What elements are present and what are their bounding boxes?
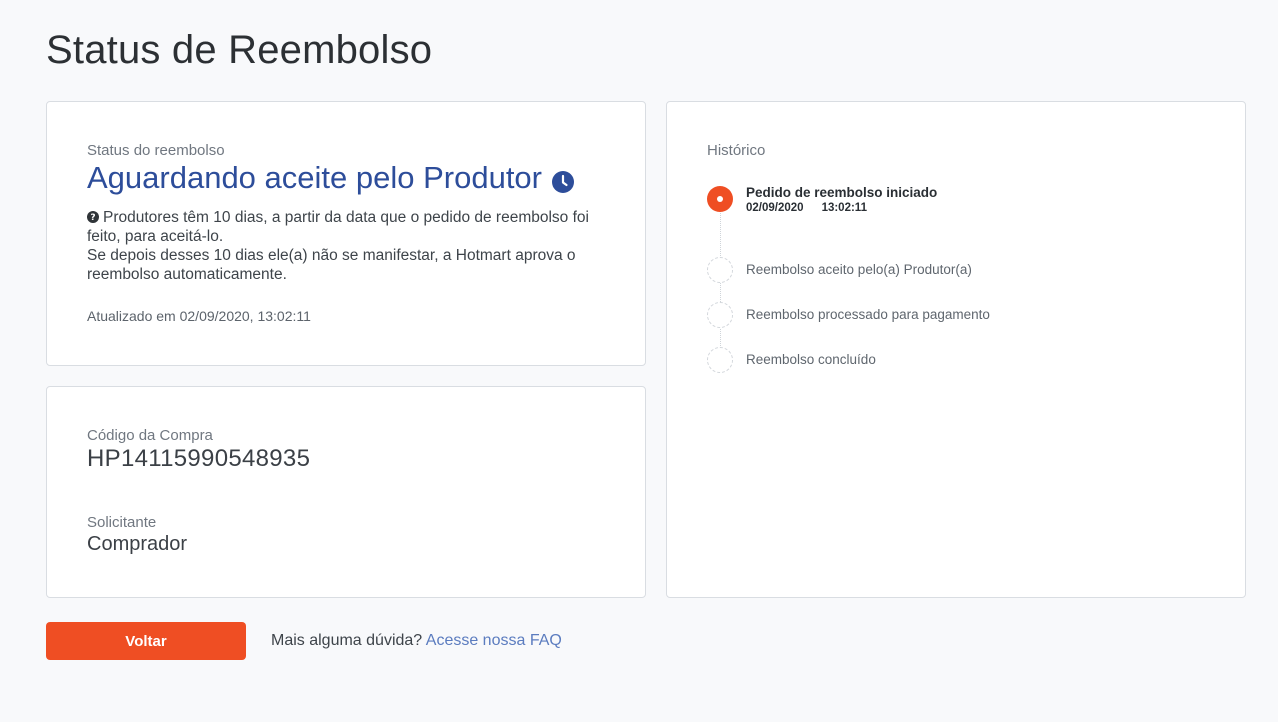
timeline-step: Reembolso concluído [707, 347, 1187, 375]
timeline-step-title: Reembolso processado para pagamento [746, 307, 990, 322]
purchase-info-card: Código da Compra HP14115990548935 Solici… [46, 386, 646, 598]
timeline-step-date: 02/09/2020 [746, 202, 804, 214]
timeline-step: Reembolso aceito pelo(a) Produtor(a) [707, 257, 1187, 285]
purchase-code-label: Código da Compra [87, 427, 213, 444]
help-icon: ? [87, 209, 99, 223]
timeline-dot-pending [707, 257, 733, 283]
status-value: Aguardando aceite pelo Produtor [87, 160, 542, 195]
timeline-step-datetime: 02/09/2020 13:02:11 [746, 202, 867, 214]
back-button[interactable]: Voltar [46, 622, 246, 660]
faq-prompt-line: Mais alguma dúvida? Acesse nossa FAQ [271, 632, 562, 650]
timeline-dot-pending [707, 347, 733, 373]
status-label: Status do reembolso [87, 142, 225, 159]
history-label: Histórico [707, 142, 766, 159]
status-value-row: Aguardando aceite pelo Produtor [87, 160, 575, 196]
requester-label: Solicitante [87, 514, 157, 531]
page-title: Status de Reembolso [46, 28, 433, 72]
status-info-line2: Se depois desses 10 dias ele(a) não se m… [87, 247, 576, 283]
requester-value: Comprador [87, 533, 188, 555]
timeline-step: Reembolso processado para pagamento [707, 302, 1187, 330]
timeline-step: Pedido de reembolso iniciado 02/09/2020 1… [707, 185, 1187, 214]
faq-prompt: Mais alguma dúvida? [271, 632, 423, 649]
updated-timestamp: Atualizado em 02/09/2020, 13:02:11 [87, 308, 311, 324]
timeline-dot-active [707, 186, 733, 212]
timeline-step-title: Reembolso concluído [746, 352, 876, 367]
timeline-dot-pending [707, 302, 733, 328]
purchase-code-value: HP14115990548935 [87, 445, 311, 472]
timeline-step-title: Reembolso aceito pelo(a) Produtor(a) [746, 262, 972, 277]
status-info: ? Produtores têm 10 dias, a partir da da… [87, 208, 612, 284]
status-info-line1: Produtores têm 10 dias, a partir da data… [87, 209, 589, 245]
timeline-step-time: 13:02:11 [821, 202, 867, 214]
svg-text:?: ? [90, 213, 95, 223]
clock-icon [551, 166, 575, 193]
refund-status-card: Status do reembolso Aguardando aceite pe… [46, 101, 646, 366]
history-timeline: Pedido de reembolso iniciado 02/09/2020 1… [707, 184, 1207, 384]
timeline-step-title: Pedido de reembolso iniciado [746, 185, 938, 200]
history-card: Histórico Pedido de reembolso iniciado 0… [666, 101, 1246, 598]
faq-link[interactable]: Acesse nossa FAQ [426, 632, 562, 649]
